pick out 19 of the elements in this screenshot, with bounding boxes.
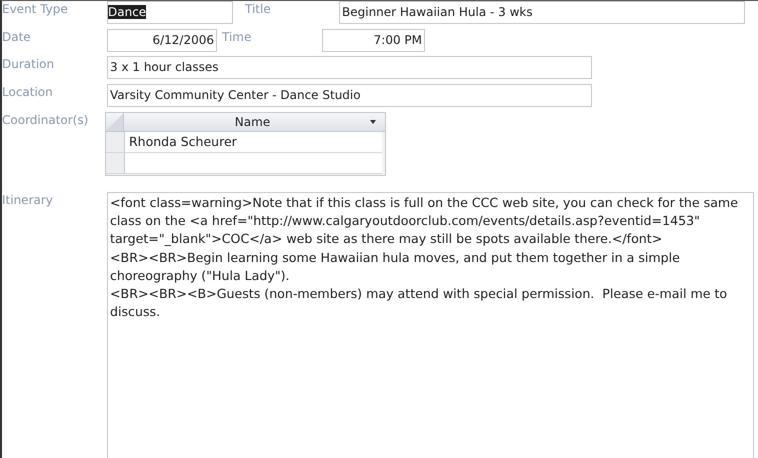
field-label: Location xyxy=(2,84,54,99)
itinerary-field[interactable]: <font class=warning>Note that if this class is full on the CCC web site, you can check for the same class on the <a href="http://www.calgaryoutdoorclub.com/events/details.asp?eventid=1453" target="_blank">COC</a> web site as there may still be spots available there.</font> <BR><BR>Begin learning some Hawaiian hula moves, and put them together in a simple choreography ("Hula Lady"). <BR><BR><B>Guests (non-members) may attend with special permission. Please e-mail me to discuss. xyxy=(107,192,754,458)
record-selector[interactable] xyxy=(106,132,125,152)
duration-field[interactable]: 3 x 1 hour classes xyxy=(107,56,592,79)
field-label: Coordinator(s) xyxy=(2,112,90,127)
field-label: Itinerary xyxy=(2,192,54,207)
time-field[interactable]: 7:00 PM xyxy=(322,29,425,52)
location-field[interactable]: Varsity Community Center - Dance Studio xyxy=(107,84,592,107)
date-field[interactable]: 6/12/2006 xyxy=(107,29,217,52)
field-label: Title xyxy=(244,1,272,16)
select-all-corner[interactable] xyxy=(106,113,124,131)
field-label: Time xyxy=(221,29,252,44)
field-label: Date xyxy=(2,29,32,44)
field-label: Duration xyxy=(2,56,56,71)
event-type-field[interactable]: Dance xyxy=(107,1,233,24)
dropdown-arrow-icon[interactable] xyxy=(370,120,376,124)
title-field[interactable]: Beginner Hawaiian Hula - 3 wks xyxy=(339,1,745,24)
record-selector[interactable] xyxy=(106,153,125,173)
field-label: Event Type xyxy=(2,1,69,16)
